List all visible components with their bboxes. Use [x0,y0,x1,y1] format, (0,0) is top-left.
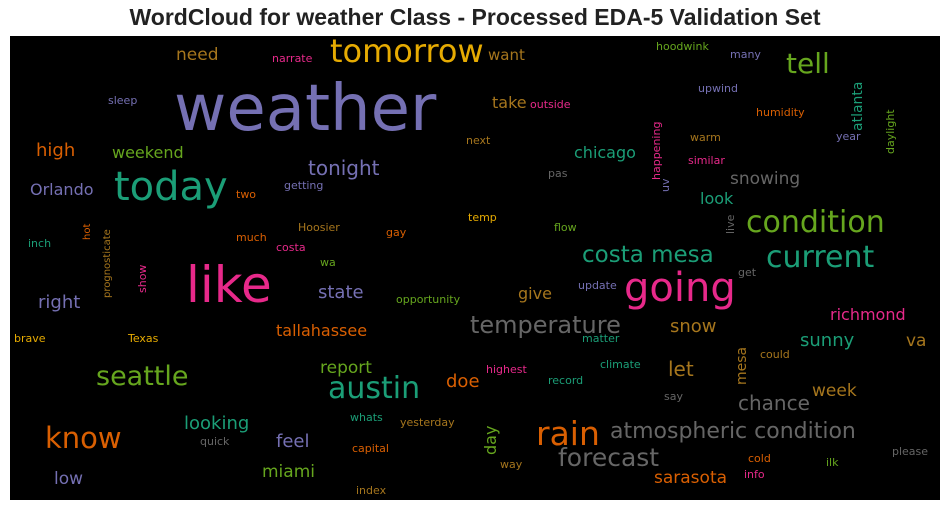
word-hoosier: Hoosier [298,221,340,234]
word-snow: snow [670,316,717,337]
word-day: day [481,426,500,455]
word-yesterday: yesterday [400,416,455,429]
word-chance: chance [738,391,810,415]
word-highest: highest [486,363,527,376]
word-sarasota: sarasota [654,468,727,488]
word-upwind: upwind [698,82,738,95]
word-looking: looking [184,413,249,434]
word-today: today [114,164,228,210]
word-atmospheric-condition: atmospheric condition [610,419,856,444]
word-temp: temp [468,211,497,224]
word-flow: flow [554,221,577,234]
word-state: state [318,282,364,303]
word-hoodwink: hoodwink [656,40,709,53]
word-index: index [356,484,387,497]
word-seattle: seattle [96,361,189,392]
word-sunny: sunny [800,330,855,351]
word-costa: costa [276,241,306,254]
word-say: say [664,390,683,403]
word-right: right [38,292,80,313]
word-mesa: mesa [734,347,750,385]
word-could: could [760,348,790,361]
word-feel: feel [276,431,310,452]
word-ilk: ilk [826,456,839,469]
word-cold: cold [748,452,771,465]
word-give: give [518,284,552,303]
word-many: many [730,48,761,61]
word-narrate: narrate [272,52,313,65]
word-chicago: chicago [574,143,636,162]
word-matter: matter [582,332,620,345]
word-prognosticate: prognosticate [102,229,113,298]
word-going: going [624,265,736,311]
word-sleep: sleep [108,94,137,107]
word-texas: Texas [127,332,159,345]
word-please: please [892,445,928,458]
word-high: high [36,140,75,161]
word-snowing: snowing [730,169,800,189]
word-get: get [738,266,757,279]
word-doe: doe [446,371,480,392]
word-info: info [744,468,765,481]
word-va: va [906,331,926,351]
word-update: update [578,279,617,292]
word-weekend: weekend [112,143,184,162]
word-whats: whats [350,411,383,424]
word-next: next [466,134,491,147]
word-two: two [236,188,256,201]
word-hot: hot [82,224,93,240]
word-opportunity: opportunity [396,293,461,306]
word-gay: gay [386,226,407,239]
word-record: record [548,374,583,387]
word-rain: rain [536,414,600,453]
word-live: live [724,214,737,234]
word-report: report [320,358,372,378]
word-tonight: tonight [308,156,380,180]
word-way: way [500,458,523,471]
word-tallahassee: tallahassee [276,321,367,340]
chart-title: WordCloud for weather Class - Processed … [129,4,821,30]
word-atlanta: atlanta [850,82,866,131]
word-inch: inch [28,237,51,250]
word-warm: warm [690,131,721,144]
word-pas: pas [548,167,568,180]
word-tell: tell [786,47,830,80]
word-much: much [236,231,267,244]
word-similar: similar [688,154,725,167]
wordcloud: weathertomorrow today like conditioncurrent… [10,36,940,500]
word-let: let [668,357,694,381]
word-humidity: humidity [756,106,805,119]
word-like: like [186,256,272,314]
word-condition: condition [746,205,885,240]
word-weather: weather [174,72,437,146]
word-orlando: Orlando [30,180,94,199]
word-know: know [45,421,122,455]
word-daylight: daylight [884,109,897,154]
word-show: show [136,265,149,293]
word-week: week [812,381,857,401]
word-quick: quick [200,435,230,448]
word-climate: climate [600,358,641,371]
word-costa-mesa: costa mesa [582,242,714,268]
word-wa: wa [320,256,336,269]
word-year: year [836,130,861,143]
word-look: look [700,189,734,208]
word-richmond: richmond [830,305,906,324]
word-low: low [54,469,83,489]
word-want: want [488,46,525,64]
word-need: need [176,45,218,65]
word-capital: capital [352,442,389,455]
word-current: current [766,240,874,275]
word-tomorrow: tomorrow [330,36,484,70]
word-miami: miami [262,462,315,482]
word-brave: brave [14,332,46,345]
word-happening: happening [650,122,663,180]
word-outside: outside [530,98,571,111]
word-uv: uv [659,178,672,192]
word-getting: getting [284,179,323,192]
word-take: take [492,93,527,112]
